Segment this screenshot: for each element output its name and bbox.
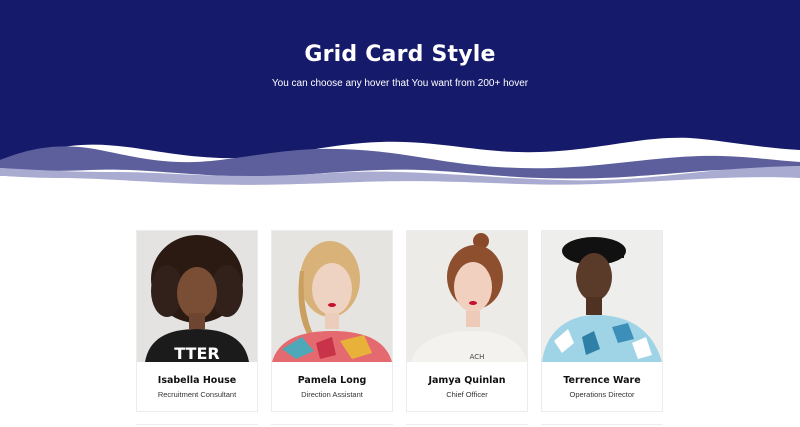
profile-photo: TTER <box>137 231 257 362</box>
card-name: Isabella House <box>157 375 237 386</box>
card-name: Terrence Ware <box>563 375 641 386</box>
profile-photo <box>272 231 392 362</box>
card-role: Direction Assistant <box>301 390 363 399</box>
team-card[interactable]: TTER Isabella House Recruitment Consulta… <box>136 230 258 412</box>
card-role: Operations Director <box>569 390 635 399</box>
hero-banner: Grid Card Style You can choose any hover… <box>0 0 800 200</box>
team-card[interactable]: ACH Jamya Quinlan Chief Officer <box>406 230 528 412</box>
page-subtitle: You can choose any hover that You want f… <box>271 78 529 89</box>
team-card[interactable]: Pamela Long Direction Assistant <box>271 230 393 412</box>
team-card[interactable]: Terrence Ware Operations Director <box>541 230 663 412</box>
profile-photo <box>542 231 662 362</box>
card-role: Recruitment Consultant <box>157 390 237 399</box>
card-name: Pamela Long <box>297 375 367 386</box>
card-name: Jamya Quinlan <box>428 375 506 386</box>
svg-text:TTER: TTER <box>174 344 219 362</box>
card-role: Chief Officer <box>446 390 488 399</box>
page-title: Grid Card Style <box>304 42 496 67</box>
svg-text:ACH: ACH <box>470 353 485 361</box>
hero-wave-background <box>0 0 800 200</box>
profile-photo: ACH <box>407 231 527 362</box>
card-grid: TTER Isabella House Recruitment Consulta… <box>136 230 664 412</box>
